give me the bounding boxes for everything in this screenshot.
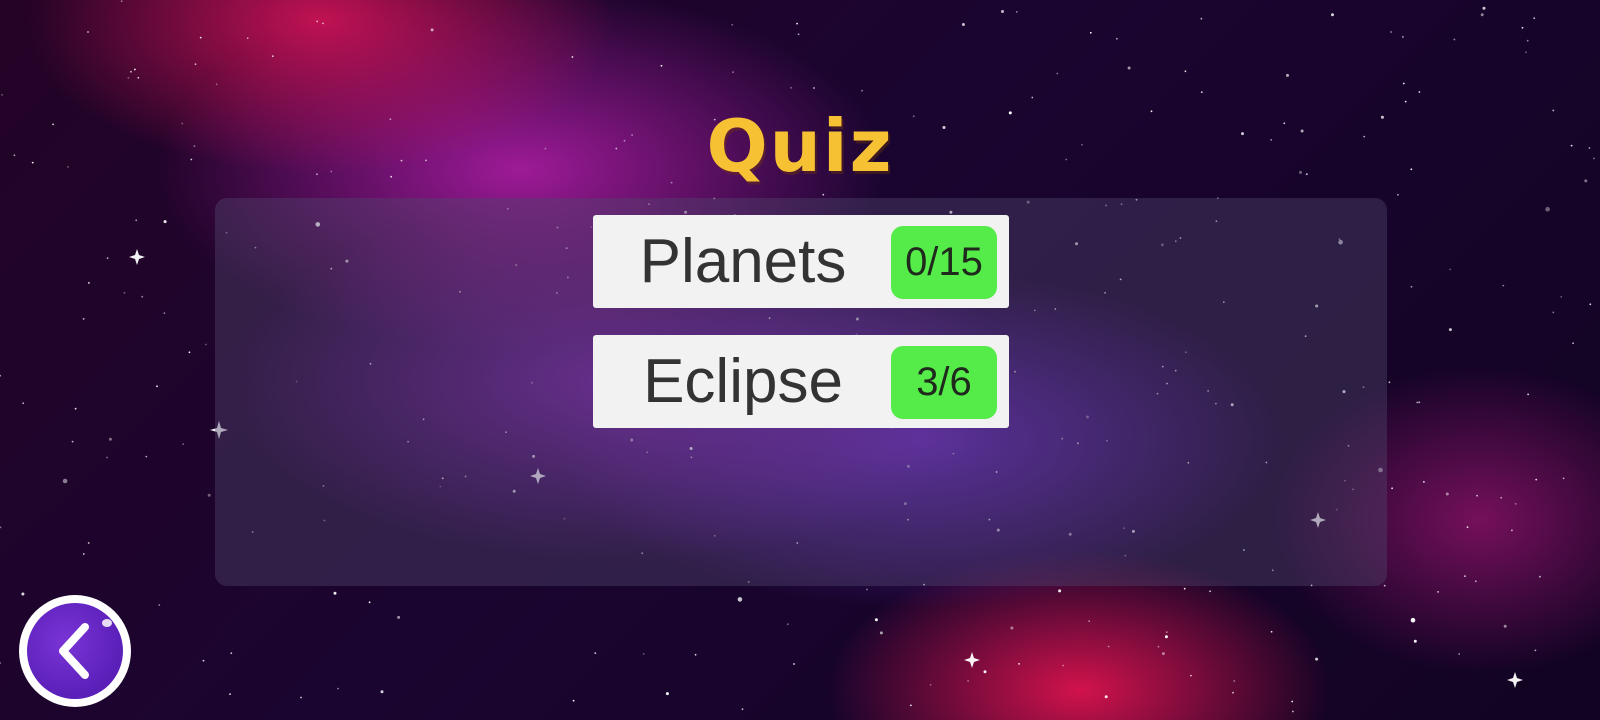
quiz-item-planets[interactable]: Planets 0/15 (593, 215, 1009, 308)
chevron-left-icon (59, 619, 112, 679)
quiz-score-badge: 0/15 (891, 226, 997, 299)
quiz-score-badge: 3/6 (891, 346, 997, 419)
quiz-item-eclipse[interactable]: Eclipse 3/6 (593, 335, 1009, 428)
quiz-item-label: Planets (639, 227, 847, 296)
page-title: Quiz (706, 104, 894, 188)
back-button[interactable] (19, 595, 131, 707)
quiz-item-label: Eclipse (643, 347, 843, 416)
